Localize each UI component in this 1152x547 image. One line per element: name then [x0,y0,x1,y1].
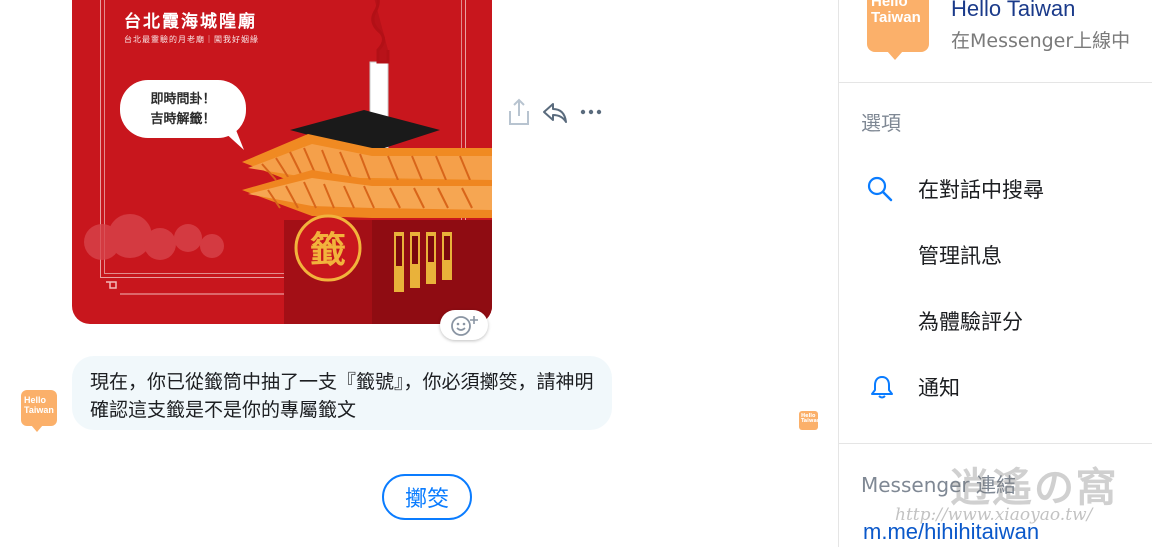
message-bubble: 現在，你已從籤筒中抽了一支『籤號』，你必須擲筊，請神明確認這支籤是不是你的專屬籤… [72,356,612,430]
page-name[interactable]: Hello Taiwan [951,0,1075,22]
notifications-label: 通知 [918,376,960,400]
image-attachment[interactable]: 台北霞海城隍廟 台北最靈驗的月老廟｜闖我好姻緣 即時問卦！ 吉時解籤！ 籤 [72,0,492,324]
bell-icon [871,376,893,399]
online-status: 在Messenger上線中 [951,30,1131,52]
seen-avatar-text: Hello Taiwan [801,413,821,424]
seal-character: 籤 [310,229,346,271]
conversation-details-pane: Hello Taiwan Hello Taiwan 在Messenger上線中 … [838,0,1152,547]
seen-avatar: Hello Taiwan [799,411,821,430]
page-avatar-text: Hello Taiwan [871,0,921,26]
sender-avatar-text: Hello Taiwan [24,395,54,415]
divider [839,443,1152,444]
page-avatar[interactable]: Hello Taiwan [867,0,929,60]
temple-illustration: 籤 [84,0,492,324]
chat-pane: 台北霞海城隍廟 台北最靈驗的月老廟｜闖我好姻緣 即時問卦！ 吉時解籤！ 籤 He… [0,0,838,547]
rate-experience-item[interactable]: 為體驗評分 [839,298,1152,344]
smiley-plus-icon [451,316,478,336]
rate-experience-label: 為體驗評分 [918,310,1023,334]
notifications-item[interactable]: 通知 [839,364,1152,410]
messenger-link[interactable]: m.me/hihihitaiwan [863,519,1039,545]
search-in-conversation-label: 在對話中搜尋 [918,178,1044,202]
manage-messages-label: 管理訊息 [918,244,1002,268]
divider [839,82,1152,83]
message-actions [504,94,606,130]
quick-reply-button[interactable]: 擲筊 [382,474,472,520]
add-reaction-button[interactable] [440,310,488,340]
messenger-links-heading: Messenger 連結 [861,473,1016,497]
manage-messages-item[interactable]: 管理訊息 [839,232,1152,278]
more-options-icon[interactable] [576,97,606,127]
search-in-conversation-item[interactable]: 在對話中搜尋 [839,166,1152,212]
share-icon[interactable] [504,97,534,127]
options-heading: 選項 [861,111,901,135]
reply-icon[interactable] [540,97,570,127]
search-icon [867,176,893,202]
sender-avatar[interactable]: Hello Taiwan [21,390,57,432]
